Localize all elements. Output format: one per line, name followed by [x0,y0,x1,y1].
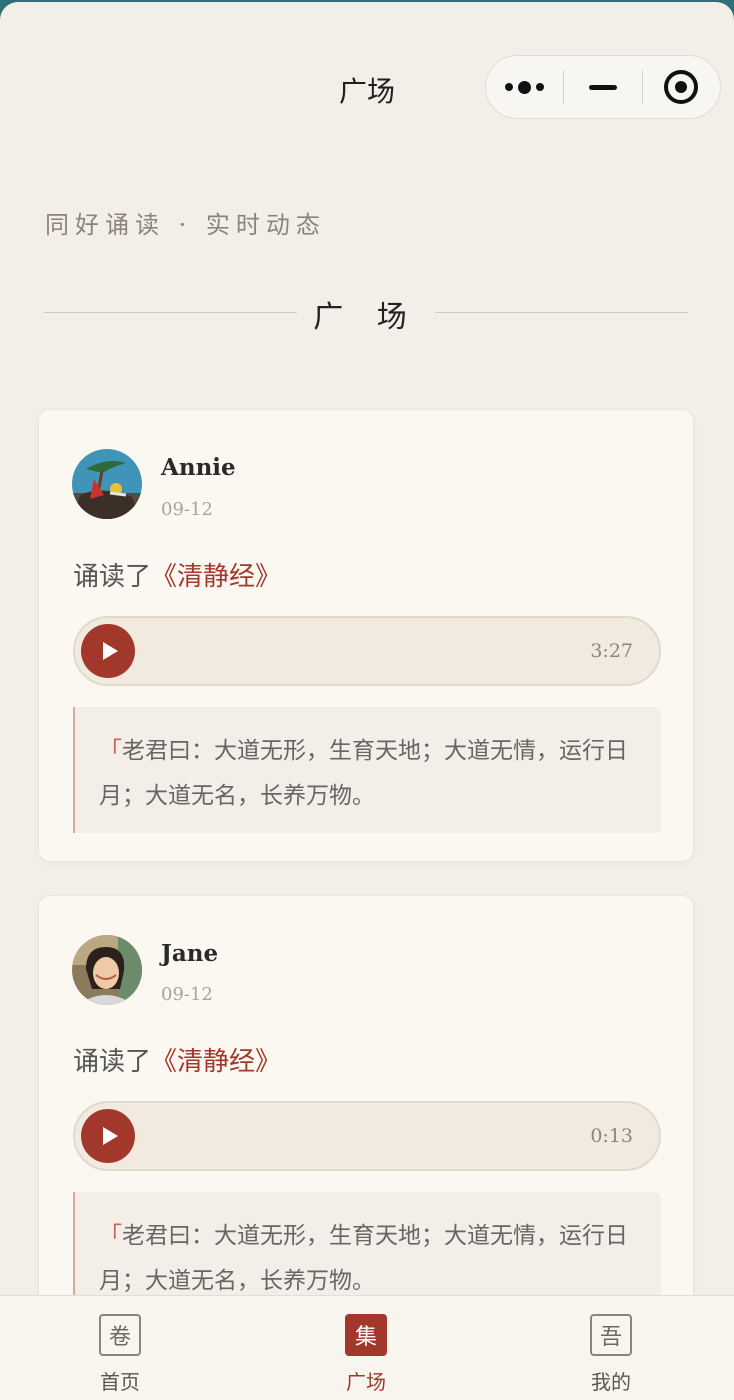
audio-player: 3:27 [73,616,661,686]
action-text: 诵读了 [73,562,152,592]
minimize-button[interactable] [564,56,641,118]
book-link[interactable]: 《清静经》 [151,562,281,592]
tab-home[interactable]: 卷 首页 [80,1314,160,1395]
tab-label: 我的 [591,1370,631,1394]
play-button[interactable] [81,1109,135,1163]
quote-text: 老君曰：大道无形，生育天地；大道无情，运行日月；大道无名，长养万物。 [99,738,628,809]
quote-mark: 「 [99,1223,122,1249]
post-card[interactable]: Jane 09-12 诵读了《清静经》 0:13 「老君曰：大道无形，生育天地；… [38,895,694,1355]
quote-block: 「老君曰：大道无形，生育天地；大道无情，运行日月；大道无名，长养万物。 [73,707,661,833]
section-header: 广 场 [44,294,688,335]
avatar[interactable] [72,935,142,1005]
audio-duration: 3:27 [590,640,633,662]
divider-line [435,312,688,313]
read-line: 诵读了《清静经》 [73,1041,281,1078]
avatar[interactable] [72,449,142,519]
play-button[interactable] [81,624,135,678]
screen: 广场 同好诵读 · 实时动态 广 场 Annie 09-12 诵读了《清静经》 … [0,2,734,1400]
read-line: 诵读了《清静经》 [73,556,281,593]
mini-program-capsule [485,55,721,119]
close-button[interactable] [643,56,720,118]
action-text: 诵读了 [73,1047,152,1077]
page-subtitle: 同好诵读 · 实时动态 [45,211,326,239]
collection-icon: 集 [345,1314,387,1356]
post-card[interactable]: Annie 09-12 诵读了《清静经》 3:27 「老君曰：大道无形，生育天地… [38,409,694,862]
play-icon [102,642,118,660]
section-title: 广 场 [313,300,419,335]
play-icon [102,1127,118,1145]
tab-bar: 卷 首页 集 广场 吾 我的 [0,1295,734,1400]
audio-duration: 0:13 [590,1125,633,1147]
post-date: 09-12 [161,984,213,1005]
tab-label: 首页 [100,1370,140,1394]
post-date: 09-12 [161,499,213,520]
target-icon [664,70,699,104]
more-dots-icon [505,80,545,94]
tab-label: 广场 [346,1370,386,1394]
quote-text: 老君曰：大道无形，生育天地；大道无情，运行日月；大道无名，长养万物。 [99,1223,628,1294]
minus-icon [588,84,617,90]
tab-mine[interactable]: 吾 我的 [571,1314,651,1395]
more-button[interactable] [486,56,563,118]
audio-player: 0:13 [73,1101,661,1171]
book-link[interactable]: 《清静经》 [151,1047,281,1077]
tab-square[interactable]: 集 广场 [326,1314,406,1395]
user-name[interactable]: Jane [161,940,218,967]
profile-icon: 吾 [590,1314,632,1356]
scroll-icon: 卷 [99,1314,141,1356]
user-name[interactable]: Annie [161,454,236,481]
quote-mark: 「 [99,738,122,764]
